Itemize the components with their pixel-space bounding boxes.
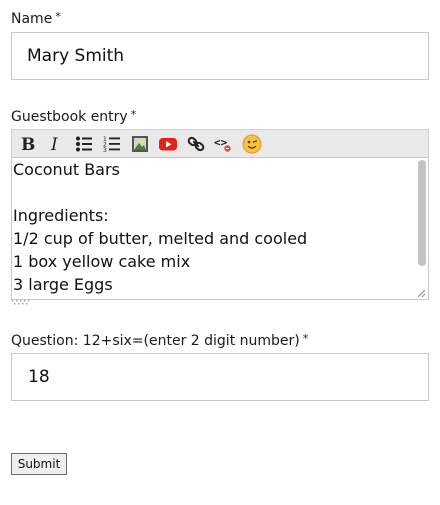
svg-text:I: I [50, 135, 58, 153]
bold-button[interactable]: B [14, 131, 42, 157]
link-button[interactable] [182, 131, 210, 157]
code-icon: <> [214, 136, 231, 152]
submit-button[interactable]: Submit [11, 453, 67, 475]
numbered-list-button[interactable]: 1 2 3 [98, 131, 126, 157]
name-label: Name [11, 11, 53, 27]
link-icon [187, 136, 205, 151]
emoji-icon [242, 134, 262, 153]
required-mark: * [302, 332, 309, 345]
question-input[interactable] [11, 353, 429, 401]
scrollbar-thumb[interactable] [418, 160, 426, 266]
italic-button[interactable]: I [42, 131, 70, 157]
name-input[interactable] [11, 32, 429, 80]
bulleted-list-button[interactable] [70, 131, 98, 157]
guestbook-content: Coconut Bars Ingredients: 1/2 cup of but… [13, 160, 308, 294]
code-button[interactable]: <> [210, 131, 238, 157]
required-mark: * [130, 108, 137, 121]
bulleted-list-icon [76, 136, 92, 151]
bold-icon: B [21, 135, 35, 153]
editor-toolbar: B I 1 2 3 <> [11, 129, 429, 157]
italic-icon: I [50, 135, 58, 153]
numbered-list-icon: 1 2 3 [103, 136, 120, 153]
svg-text:3: 3 [103, 147, 107, 153]
guestbook-textarea[interactable]: Coconut Bars Ingredients: 1/2 cup of but… [11, 157, 429, 300]
image-icon [132, 135, 148, 152]
guestbook-label-row: Guestbook entry * [11, 108, 137, 125]
guestbook-label: Guestbook entry [11, 109, 128, 125]
question-label: Question: 12+six=(enter 2 digit number) [11, 333, 300, 349]
name-label-row: Name * [11, 10, 61, 27]
svg-text:B: B [21, 135, 35, 153]
question-label-row: Question: 12+six=(enter 2 digit number) * [11, 332, 309, 349]
youtube-icon [159, 137, 177, 150]
required-mark: * [55, 10, 61, 23]
youtube-button[interactable] [154, 131, 182, 157]
resize-grip-icon[interactable] [11, 300, 33, 305]
resize-corner-icon[interactable] [417, 289, 426, 298]
emoji-button[interactable] [238, 131, 266, 157]
image-button[interactable] [126, 131, 154, 157]
